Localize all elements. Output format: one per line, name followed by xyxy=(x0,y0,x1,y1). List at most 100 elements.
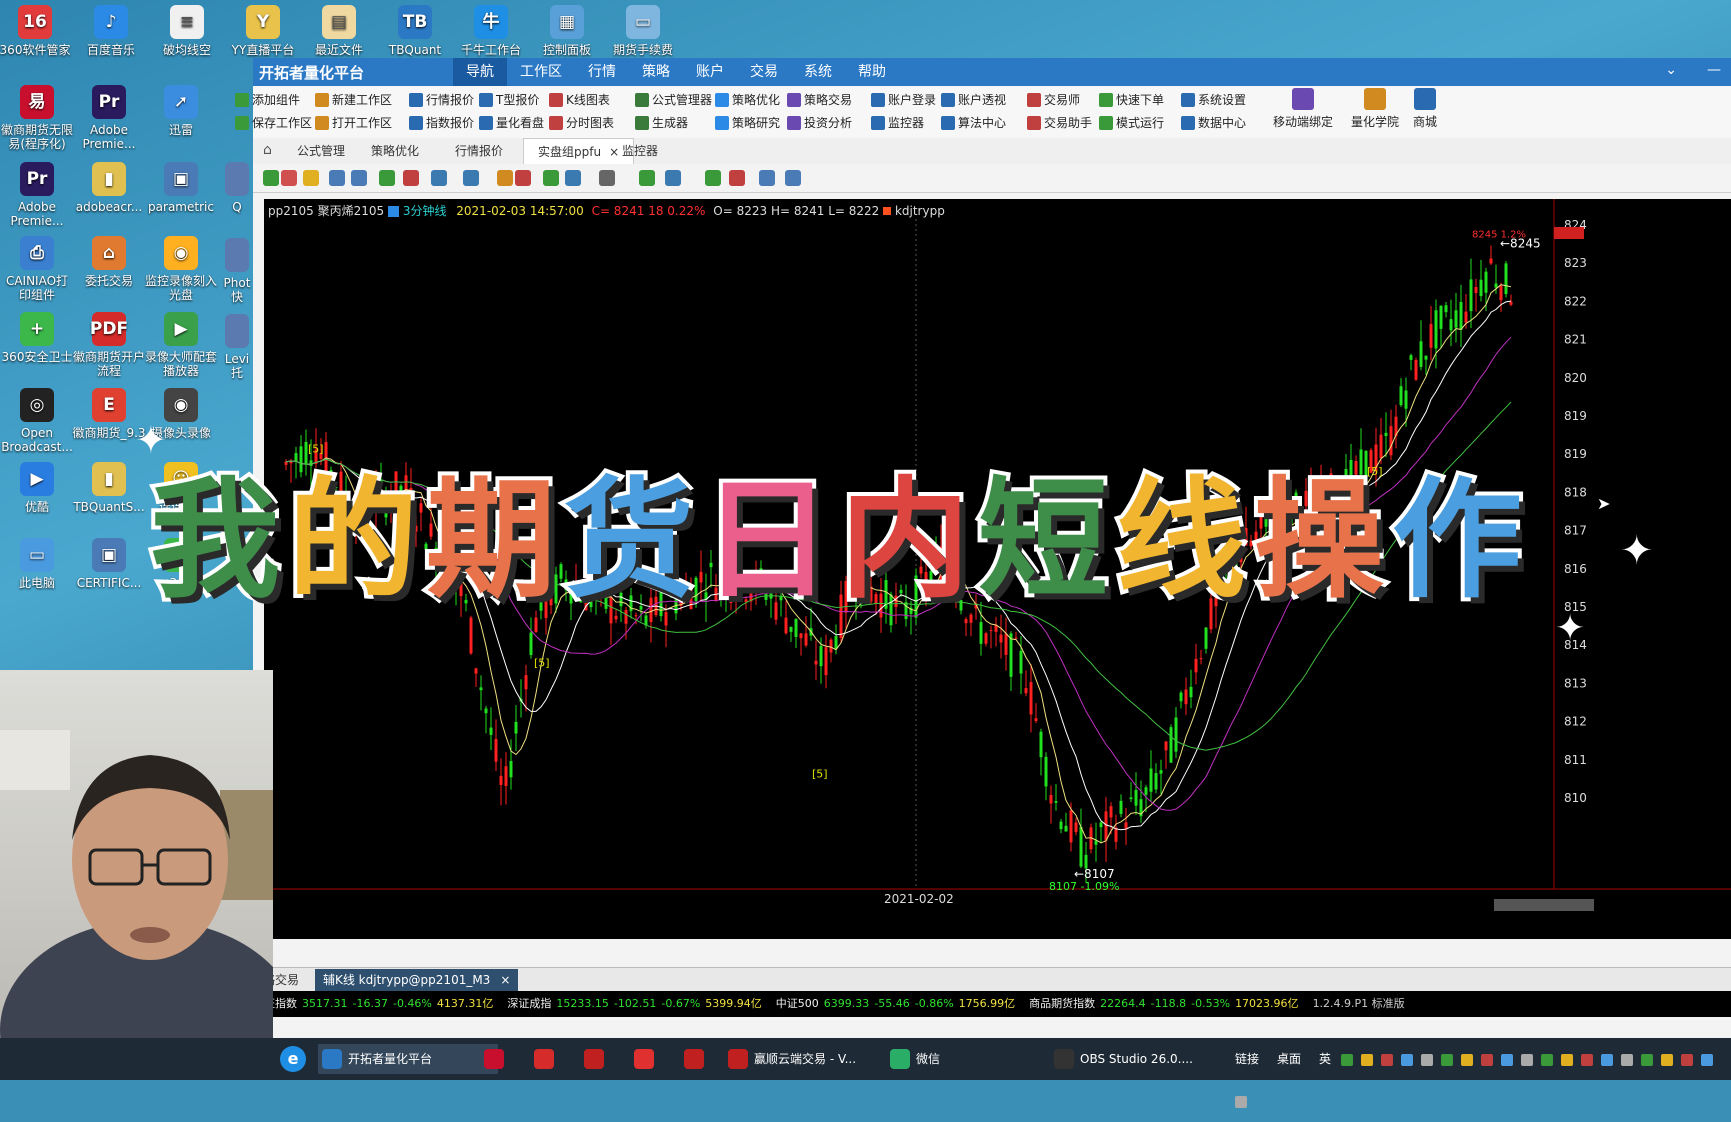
ribbon-button[interactable]: 指数报价 xyxy=(409,114,474,131)
menu-item[interactable]: 账户 xyxy=(683,58,737,86)
ribbon-button[interactable]: 交易师 xyxy=(1027,91,1080,108)
ribbon-button[interactable]: 快速下单 xyxy=(1099,91,1164,108)
desktop-icon[interactable]: ▶ 录像大师配套播放器 xyxy=(144,312,218,378)
tab-2[interactable]: 行情报价 xyxy=(441,138,517,164)
tab-1[interactable]: 策略优化 xyxy=(357,138,433,164)
tray-icon[interactable] xyxy=(1621,1053,1634,1066)
toolbar-icon[interactable] xyxy=(665,170,681,186)
ribbon-button[interactable]: 算法中心 xyxy=(941,114,1006,131)
menu-item[interactable]: 导航 xyxy=(453,58,507,86)
ribbon-button[interactable]: T型报价 xyxy=(479,91,539,108)
indicator-name[interactable]: kdjtrypp xyxy=(895,204,945,218)
tray-icon[interactable] xyxy=(1235,1095,1247,1108)
tray-icon[interactable] xyxy=(1381,1053,1394,1066)
ribbon-button[interactable]: 策略优化 xyxy=(715,91,780,108)
taskbar-item[interactable]: OBS Studio 26.0.... xyxy=(1050,1044,1230,1074)
toolbar-icon[interactable] xyxy=(759,170,775,186)
menu-item[interactable]: 行情 xyxy=(575,58,629,86)
window-control-icon[interactable]: — xyxy=(1707,62,1721,78)
window-control-icon[interactable]: ⌄ xyxy=(1665,62,1677,78)
ribbon-button[interactable]: 投资分析 xyxy=(787,114,852,131)
menu-item[interactable]: 工作区 xyxy=(507,58,575,86)
tray-icon[interactable] xyxy=(1521,1053,1534,1066)
toolbar-icon[interactable] xyxy=(281,170,297,186)
ime-indicator[interactable]: 英 xyxy=(1319,1052,1331,1066)
ribbon-button[interactable]: 数据中心 xyxy=(1181,114,1246,131)
desktop-icon[interactable]: 易徽商期货无限易(程序化) xyxy=(0,85,74,151)
ie-icon[interactable]: e xyxy=(280,1046,306,1072)
toolbar-icon[interactable] xyxy=(497,170,513,186)
tray-icon[interactable] xyxy=(1481,1053,1494,1066)
ribbon-button[interactable]: 添加组件 xyxy=(235,91,300,108)
desktop-icon[interactable]: Y YY直播平台 xyxy=(226,5,300,57)
desktop-icon[interactable]: ▮ TBQuantS... xyxy=(72,462,146,514)
ribbon-button[interactable]: 分时图表 xyxy=(549,114,614,131)
desktop-icon[interactable]: Pr Adobe Premie... xyxy=(0,162,74,228)
ribbon-button[interactable]: 模式运行 xyxy=(1099,114,1164,131)
menu-item[interactable]: 帮助 xyxy=(845,58,899,86)
taskbar-item[interactable]: 赢顺云端交易 - V... xyxy=(724,1044,904,1074)
desktop-icon[interactable]: ⌂ 委托交易 xyxy=(72,236,146,288)
toolbar-icon[interactable] xyxy=(729,170,745,186)
ribbon-button[interactable]: 账户登录 xyxy=(871,91,936,108)
toolbar-icon[interactable] xyxy=(403,170,419,186)
tray-icon[interactable] xyxy=(1581,1053,1594,1066)
ribbon-button[interactable]: 交易助手 xyxy=(1027,114,1092,131)
desktop-icon[interactable]: Pr Adobe Premie... xyxy=(72,85,146,151)
tray-icon[interactable] xyxy=(1361,1053,1374,1066)
bottom-tab-1[interactable]: 辅K线 kdjtrypp@pp2101_M3 × xyxy=(315,969,519,991)
tray-icon[interactable] xyxy=(1421,1053,1434,1066)
tray-icon[interactable] xyxy=(1561,1053,1574,1066)
ribbon-button[interactable]: 生成器 xyxy=(635,114,688,131)
ribbon-button[interactable]: 量化看盘 xyxy=(479,114,544,131)
close-icon[interactable]: × xyxy=(500,973,510,987)
desktop-icon-partial[interactable]: Q xyxy=(222,162,252,214)
tray-icon[interactable] xyxy=(1641,1053,1654,1066)
ribbon-button[interactable]: K线图表 xyxy=(549,91,610,108)
desktop-icon-partial[interactable]: Phot 快 xyxy=(222,238,252,304)
toolbar-icon[interactable] xyxy=(329,170,345,186)
toolbar-icon[interactable] xyxy=(705,170,721,186)
tray-icon[interactable] xyxy=(1461,1053,1474,1066)
period-icon[interactable] xyxy=(387,206,399,217)
ribbon-button[interactable]: 打开工作区 xyxy=(315,114,392,131)
toolbar-icon[interactable] xyxy=(785,170,801,186)
ribbon-button[interactable]: 策略研究 xyxy=(715,114,780,131)
ribbon-button[interactable]: 行情报价 xyxy=(409,91,474,108)
tray-icon[interactable] xyxy=(1601,1053,1614,1066)
desktop-icon[interactable]: 16 360软件管家 xyxy=(0,5,72,57)
desktop-icon[interactable]: ▣ CERTIFIC... xyxy=(72,538,146,590)
desktop-icon[interactable]: ▣ parametric xyxy=(144,162,218,214)
ribbon-button[interactable]: 公式管理器 xyxy=(635,91,712,108)
ribbon-button[interactable]: 保存工作区 xyxy=(235,114,312,131)
tray-icon[interactable] xyxy=(1701,1053,1714,1066)
desktop-icon[interactable]: ♪ 百度音乐 xyxy=(74,5,148,57)
toolbar-icon[interactable] xyxy=(263,170,279,186)
toolbar-icon[interactable] xyxy=(431,170,447,186)
menu-item[interactable]: 策略 xyxy=(629,58,683,86)
ribbon-big-button[interactable]: 移动端绑定 xyxy=(1273,88,1333,130)
desktop-icon[interactable]: PDF 徽商期货开户流程 xyxy=(72,312,146,378)
tray-icon[interactable] xyxy=(1441,1053,1454,1066)
desktop-icon[interactable]: +360安全卫士 xyxy=(0,312,74,364)
ribbon-button[interactable]: 监控器 xyxy=(871,114,924,131)
toolbar-icon[interactable] xyxy=(303,170,319,186)
taskbar-item[interactable]: 微信 xyxy=(886,1044,1026,1074)
tray-icon[interactable] xyxy=(1541,1053,1554,1066)
ribbon-button[interactable]: 策略交易 xyxy=(787,91,852,108)
desktop-icon[interactable]: ▤ 最近文件 xyxy=(302,5,376,57)
ribbon-button[interactable]: 系统设置 xyxy=(1181,91,1246,108)
tray-icon[interactable] xyxy=(1341,1053,1354,1066)
tray-toolbar-label[interactable]: 链接 xyxy=(1235,1052,1259,1066)
desktop-icon[interactable]: ◎ Open Broadcast... xyxy=(0,388,74,454)
menu-item[interactable]: 系统 xyxy=(791,58,845,86)
toolbar-icon[interactable] xyxy=(639,170,655,186)
desktop-icon[interactable]: ⎙ CAINIAO打印组件 xyxy=(0,236,74,302)
taskbar-item[interactable]: 开拓者量化平台 xyxy=(318,1044,498,1074)
desktop-icon[interactable]: ≡ 破均线空 xyxy=(150,5,224,57)
tray-icon[interactable] xyxy=(1661,1053,1674,1066)
tray-toolbar-label[interactable]: 桌面 xyxy=(1277,1052,1301,1066)
tray-icon[interactable] xyxy=(1401,1053,1414,1066)
desktop-icon[interactable]: ▶ 优酷 xyxy=(0,462,74,514)
desktop-icon[interactable]: ▭ 此电脑 xyxy=(0,538,74,590)
